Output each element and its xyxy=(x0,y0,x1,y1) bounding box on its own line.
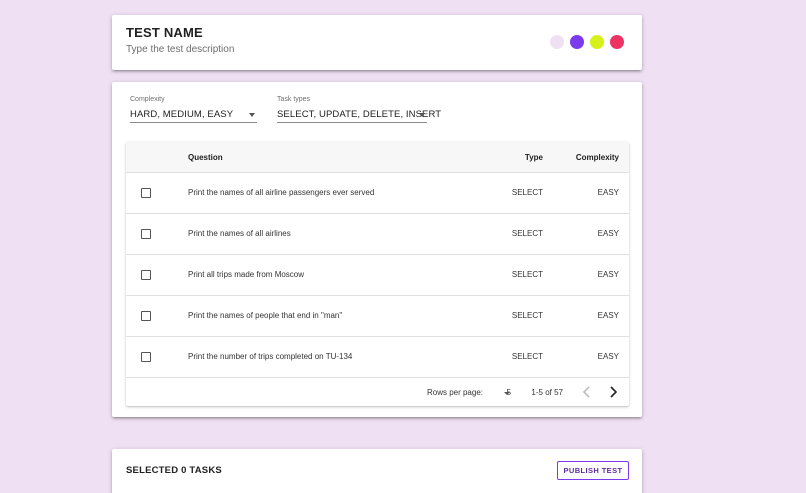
test-header-card: TEST NAME Type the test description xyxy=(112,15,642,70)
color-picker xyxy=(550,35,624,49)
column-header-question[interactable]: Question xyxy=(188,153,223,162)
row-complexity: EASY xyxy=(597,270,619,279)
row-complexity: EASY xyxy=(597,311,619,320)
complexity-value: HARD, MEDIUM, EASY xyxy=(130,109,234,120)
row-type: SELECT xyxy=(511,311,543,320)
chevron-down-icon xyxy=(249,113,255,117)
selected-tasks-count: SELECTED 0 TASKS xyxy=(126,465,222,476)
chevron-down-icon xyxy=(419,113,425,117)
row-type: SELECT xyxy=(511,188,543,197)
page-range: 1-5 of 57 xyxy=(531,388,563,397)
row-type: SELECT xyxy=(511,352,543,361)
complexity-label: Complexity xyxy=(130,96,165,103)
row-checkbox[interactable] xyxy=(141,270,151,280)
row-question: Print the number of trips completed on T… xyxy=(188,352,353,361)
color-dot-lime[interactable] xyxy=(590,35,604,49)
tasks-card: Complexity HARD, MEDIUM, EASY Task types… xyxy=(112,82,642,417)
row-question: Print all trips made from Moscow xyxy=(188,270,305,279)
table-row[interactable]: Print the names of all airline passenger… xyxy=(126,173,629,214)
tasks-table: Question Type Complexity Print the names… xyxy=(126,142,629,406)
color-dot-purple[interactable] xyxy=(570,35,584,49)
row-type: SELECT xyxy=(511,270,543,279)
row-question: Print the names of all airline passenger… xyxy=(188,188,375,197)
column-header-complexity[interactable]: Complexity xyxy=(576,153,619,162)
color-dot-pink[interactable] xyxy=(610,35,624,49)
complexity-select[interactable]: Complexity HARD, MEDIUM, EASY xyxy=(130,96,257,123)
chevron-left-icon[interactable] xyxy=(579,384,595,400)
row-checkbox[interactable] xyxy=(141,229,151,239)
test-name-title[interactable]: TEST NAME xyxy=(126,25,203,40)
task-types-value: SELECT, UPDATE, DELETE, INSERT xyxy=(277,109,442,120)
row-complexity: EASY xyxy=(597,229,619,238)
row-checkbox[interactable] xyxy=(141,311,151,321)
row-complexity: EASY xyxy=(597,188,619,197)
row-checkbox[interactable] xyxy=(141,188,151,198)
table-row[interactable]: Print the names of all airlines SELECT E… xyxy=(126,214,629,255)
rows-per-page-label: Rows per page: xyxy=(426,388,483,397)
chevron-right-icon[interactable] xyxy=(605,384,621,400)
task-types-select[interactable]: Task types SELECT, UPDATE, DELETE, INSER… xyxy=(277,96,441,123)
chevron-down-icon xyxy=(504,392,510,395)
publish-test-button[interactable]: PUBLISH TEST xyxy=(557,461,629,480)
row-type: SELECT xyxy=(511,229,543,238)
color-dot-lavender[interactable] xyxy=(550,35,564,49)
table-header: Question Type Complexity xyxy=(126,142,629,173)
task-types-label: Task types xyxy=(277,96,311,103)
table-pagination: Rows per page: 5 1-5 of 57 xyxy=(126,378,629,406)
table-row[interactable]: Print all trips made from Moscow SELECT … xyxy=(126,255,629,296)
row-complexity: EASY xyxy=(597,352,619,361)
test-description[interactable]: Type the test description xyxy=(126,44,234,55)
row-question: Print the names of people that end in "m… xyxy=(188,311,343,320)
row-checkbox[interactable] xyxy=(141,352,151,362)
selected-tasks-card: SELECTED 0 TASKS PUBLISH TEST xyxy=(112,449,642,493)
row-question: Print the names of all airlines xyxy=(188,229,291,238)
table-row[interactable]: Print the number of trips completed on T… xyxy=(126,337,629,378)
column-header-type[interactable]: Type xyxy=(525,153,543,162)
table-row[interactable]: Print the names of people that end in "m… xyxy=(126,296,629,337)
